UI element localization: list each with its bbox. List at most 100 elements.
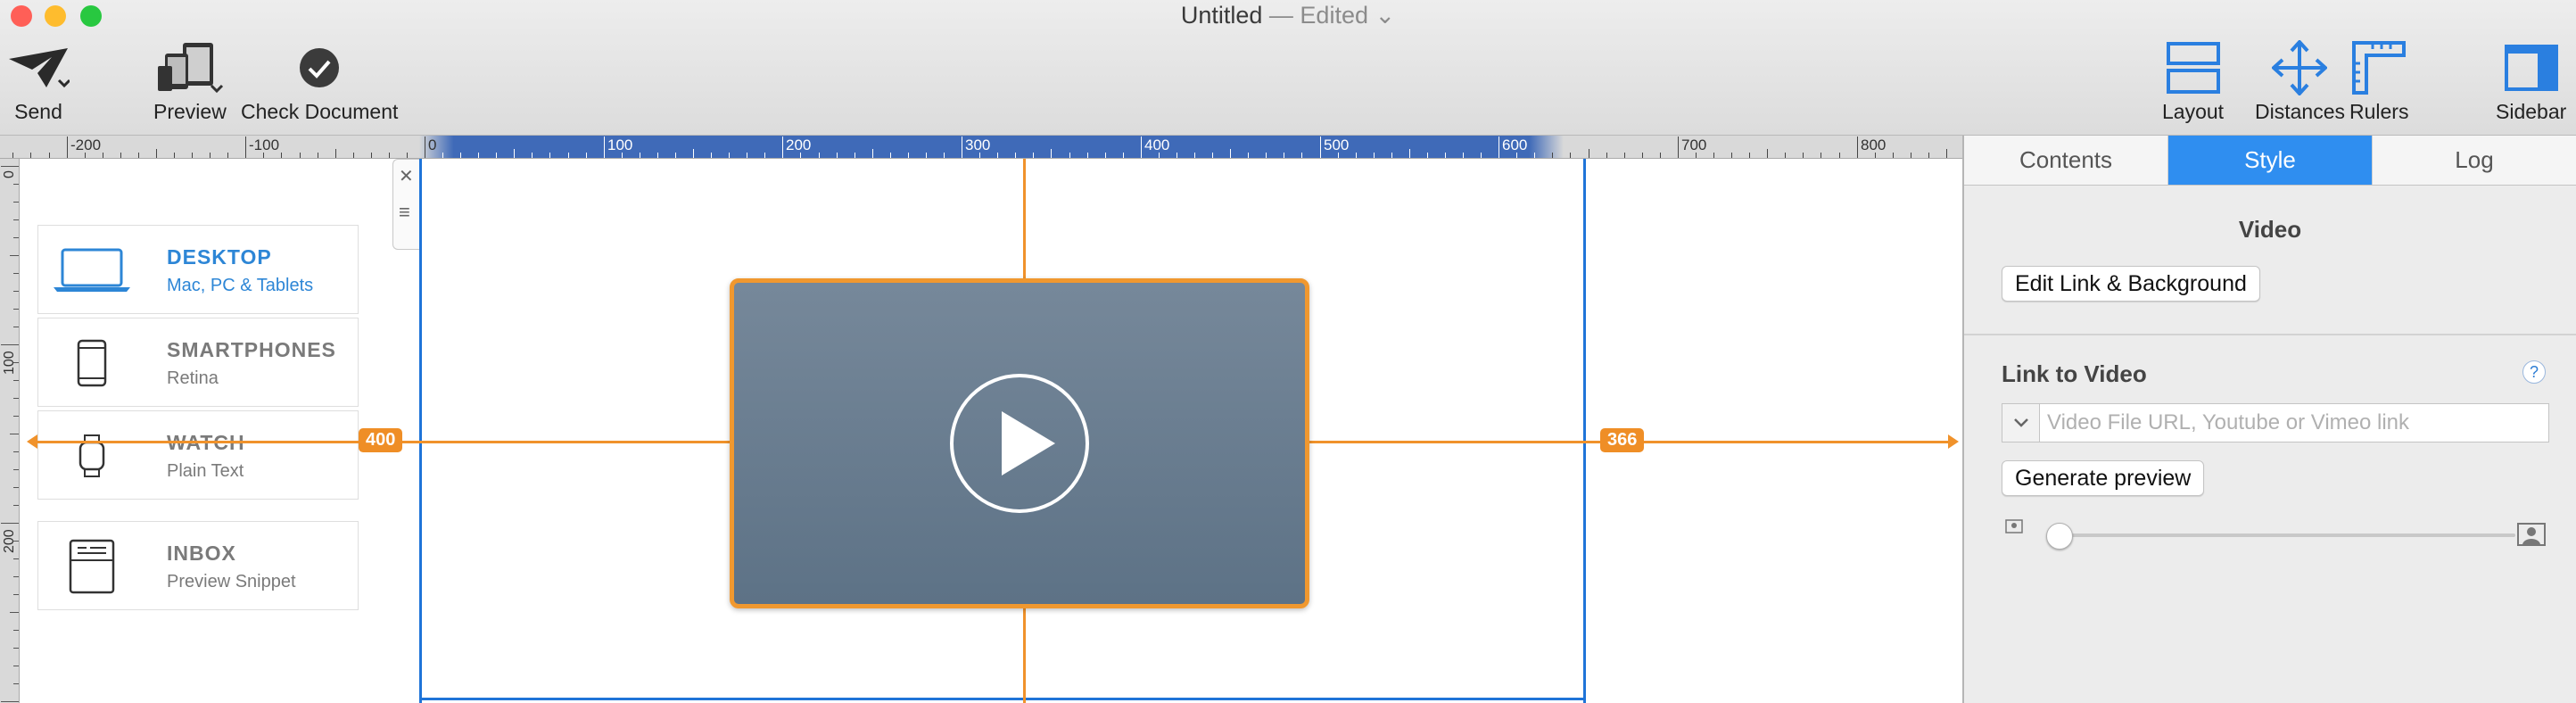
vertical-ruler[interactable]: 0 100 200 [0, 159, 20, 703]
ruler-tick [1857, 136, 1858, 158]
tab-log[interactable]: Log [2373, 136, 2576, 185]
viewport-bottom-edge [419, 698, 1586, 700]
video-block[interactable] [730, 278, 1309, 608]
ruler-tick [764, 153, 765, 158]
rulers-label: Rulers [2349, 100, 2409, 123]
ruler-tick [1374, 153, 1375, 158]
video-url-input[interactable] [2047, 404, 2543, 442]
help-icon[interactable]: ? [2522, 360, 2546, 384]
ruler-label: 800 [1861, 136, 1887, 153]
ruler-tick [281, 153, 282, 158]
ruler-tick [478, 153, 479, 158]
ruler-tick [1356, 153, 1357, 158]
device-inbox[interactable]: INBOX Preview Snippet [37, 521, 359, 610]
ruler-tick [13, 683, 19, 684]
ruler-tick [1713, 153, 1714, 158]
watch-icon [51, 427, 133, 484]
device-name: INBOX [167, 542, 236, 565]
ruler-tick [908, 153, 909, 158]
ruler-tick [13, 416, 19, 417]
video-url-field[interactable] [2002, 403, 2549, 442]
section-divider [1964, 334, 2576, 335]
large-image-icon [2517, 523, 2546, 550]
toolbar: Untitled — Edited ⌄ Send Preview Check D… [0, 0, 2576, 136]
ruler-tick [13, 291, 19, 292]
device-sub: Mac, PC & Tablets [167, 276, 314, 295]
ruler-tick [997, 153, 998, 158]
ruler-tick [514, 149, 515, 158]
ruler-tick [13, 469, 19, 470]
ruler-tick [568, 153, 569, 158]
ruler-tick [13, 237, 19, 238]
layout-label: Layout [2162, 100, 2225, 123]
ruler-tick [192, 153, 193, 158]
device-smartphones[interactable]: SMARTPHONES Retina [37, 318, 359, 407]
ruler-tick [156, 149, 157, 158]
ruler-tick [944, 153, 945, 158]
ruler-tick [586, 153, 587, 158]
design-canvas[interactable]: ✕ ≡ DESKTOP Mac, PC & Tablets SMARTPHONE… [20, 159, 1962, 703]
device-panel-handle[interactable]: ✕ ≡ [392, 159, 419, 250]
ruler-tick [1642, 153, 1643, 158]
rulers-button[interactable]: Rulers [2349, 39, 2408, 124]
ruler-label: 400 [1144, 136, 1170, 153]
ruler-tick [1301, 153, 1302, 158]
close-icon[interactable]: ✕ [399, 165, 414, 187]
tab-contents[interactable]: Contents [1964, 136, 2168, 185]
ruler-tick [1230, 149, 1231, 158]
ruler-tick [1839, 153, 1840, 158]
ruler-tick [407, 153, 408, 158]
device-desktop[interactable]: DESKTOP Mac, PC & Tablets [37, 225, 359, 314]
ruler-tick [1320, 136, 1321, 158]
ruler-tick [1624, 153, 1625, 158]
ruler-tick [10, 255, 19, 256]
distances-button[interactable]: Distances [2255, 39, 2345, 124]
ruler-tick [729, 153, 730, 158]
sidebar-tabs: Contents Style Log [1964, 136, 2576, 186]
play-icon[interactable] [948, 372, 1091, 515]
ruler-label: 700 [1681, 136, 1707, 153]
ruler-tick [49, 153, 50, 158]
menu-lines-icon[interactable]: ≡ [399, 201, 410, 224]
ruler-label: 0 [2, 170, 17, 178]
preview-size-slider-track[interactable] [2060, 533, 2515, 537]
tab-style[interactable]: Style [2168, 136, 2373, 185]
device-sub: Plain Text [167, 461, 244, 481]
sidebar-button[interactable]: Sidebar [2496, 39, 2566, 124]
ruler-tick [1141, 136, 1142, 158]
app-window: Untitled — Edited ⌄ Send Preview Check D… [0, 0, 2576, 703]
ruler-tick [657, 153, 658, 158]
send-button[interactable]: Send [7, 39, 70, 124]
ruler-tick [1212, 153, 1213, 158]
ruler-tick [1463, 153, 1464, 158]
ruler-label: 0 [428, 136, 437, 153]
check-document-button[interactable]: Check Document [241, 39, 398, 124]
preview-label: Preview [153, 100, 227, 123]
device-watch[interactable]: WATCH Plain Text [37, 410, 359, 500]
section-title: Video [2238, 216, 2302, 243]
ruler-tick [1, 701, 19, 702]
ruler-tick [532, 153, 533, 158]
generate-preview-button[interactable]: Generate preview [2002, 460, 2205, 496]
edited-status: — Edited [1262, 2, 1368, 29]
url-history-dropdown[interactable] [2002, 404, 2040, 442]
horizontal-ruler[interactable]: -200 -100 0 100 200 300 400 500 600 700 800 [0, 136, 1962, 159]
edit-link-background-button[interactable]: Edit Link & Background [2002, 266, 2260, 302]
ruler-tick [1, 523, 19, 524]
ruler-tick [693, 149, 694, 158]
ruler-label: -200 [70, 136, 102, 153]
ruler-tick [1, 344, 19, 345]
ruler-tick [890, 153, 891, 158]
ruler-tick [1033, 153, 1034, 158]
ruler-tick [1105, 153, 1106, 158]
preview-size-slider-knob[interactable] [2046, 523, 2073, 550]
ruler-tick [13, 219, 19, 220]
preview-button[interactable]: Preview [153, 39, 227, 124]
sidebar-icon [2504, 39, 2559, 96]
ruler-tick [1266, 153, 1267, 158]
ruler-tick [335, 149, 336, 158]
window-title[interactable]: Untitled — Edited ⌄ [0, 2, 2576, 29]
layout-button[interactable]: Layout [2162, 39, 2224, 124]
ruler-tick [1194, 153, 1195, 158]
device-sub: Preview Snippet [167, 572, 296, 591]
